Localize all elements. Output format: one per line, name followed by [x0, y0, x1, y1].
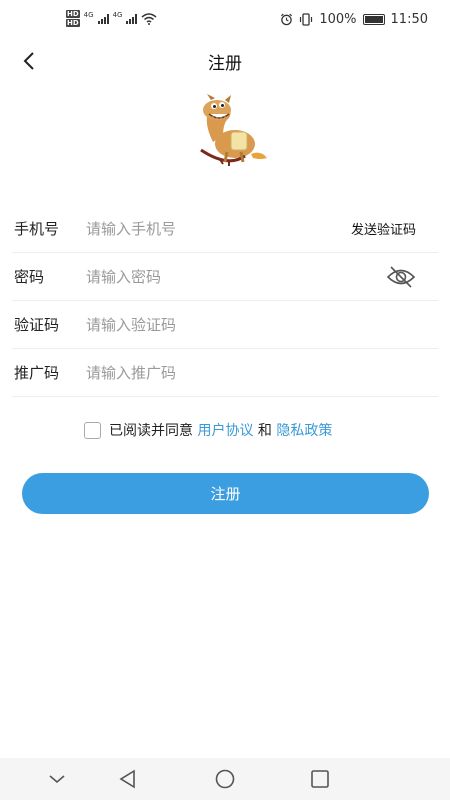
vibrate-icon — [300, 13, 313, 26]
send-code-button[interactable]: 发送验证码 — [351, 219, 416, 238]
referral-input[interactable] — [86, 363, 438, 382]
home-circle-icon[interactable] — [213, 768, 237, 790]
page-title: 注册 — [208, 54, 242, 74]
password-label: 密码 — [14, 268, 45, 286]
network-type: 4G — [112, 10, 123, 19]
camel-logo — [200, 94, 267, 166]
status-bar: HD HD 4G 4G 100% 11:50 — [0, 0, 450, 40]
code-input[interactable] — [86, 315, 438, 334]
password-row: 密码 — [12, 253, 438, 301]
agree-prefix: 已阅读并同意 — [109, 423, 193, 439]
agreement: 已阅读并同意 用户协议 和 隐私政策 — [84, 420, 332, 440]
nav-bar: 注册 — [0, 40, 450, 80]
hd-indicators: HD HD — [66, 10, 80, 27]
clock: 11:50 — [390, 12, 428, 27]
system-nav-bar — [0, 758, 450, 800]
register-button[interactable]: 注册 — [22, 473, 429, 514]
user-agreement-link[interactable]: 用户协议 — [197, 420, 253, 440]
battery-icon — [362, 14, 385, 25]
signal-icon — [97, 13, 109, 24]
agree-checkbox[interactable] — [84, 421, 101, 439]
back-triangle-icon[interactable] — [116, 768, 140, 790]
network-type: 4G — [83, 10, 94, 19]
code-row: 验证码 — [12, 301, 438, 349]
phone-label: 手机号 — [14, 220, 60, 238]
privacy-policy-link[interactable]: 隐私政策 — [276, 420, 332, 440]
battery-percent: 100% — [319, 12, 357, 27]
referral-label: 推广码 — [14, 364, 60, 382]
alarm-icon — [281, 13, 293, 26]
status-left: HD HD 4G 4G — [66, 10, 157, 27]
register-form: 手机号 发送验证码 密码 验证码 推广码 — [12, 205, 438, 397]
hd-badge: HD — [66, 10, 80, 18]
recents-square-icon[interactable] — [308, 768, 332, 790]
collapse-icon[interactable] — [45, 768, 69, 790]
referral-row: 推广码 — [12, 349, 438, 397]
signal-icon — [126, 13, 138, 24]
status-right: 100% 11:50 — [280, 12, 428, 27]
phone-row: 手机号 发送验证码 — [12, 205, 438, 253]
wifi-icon — [141, 12, 157, 25]
agree-and: 和 — [257, 423, 272, 439]
hd-badge: HD — [66, 19, 80, 27]
eye-hidden-icon[interactable] — [386, 264, 416, 290]
code-label: 验证码 — [14, 316, 60, 334]
